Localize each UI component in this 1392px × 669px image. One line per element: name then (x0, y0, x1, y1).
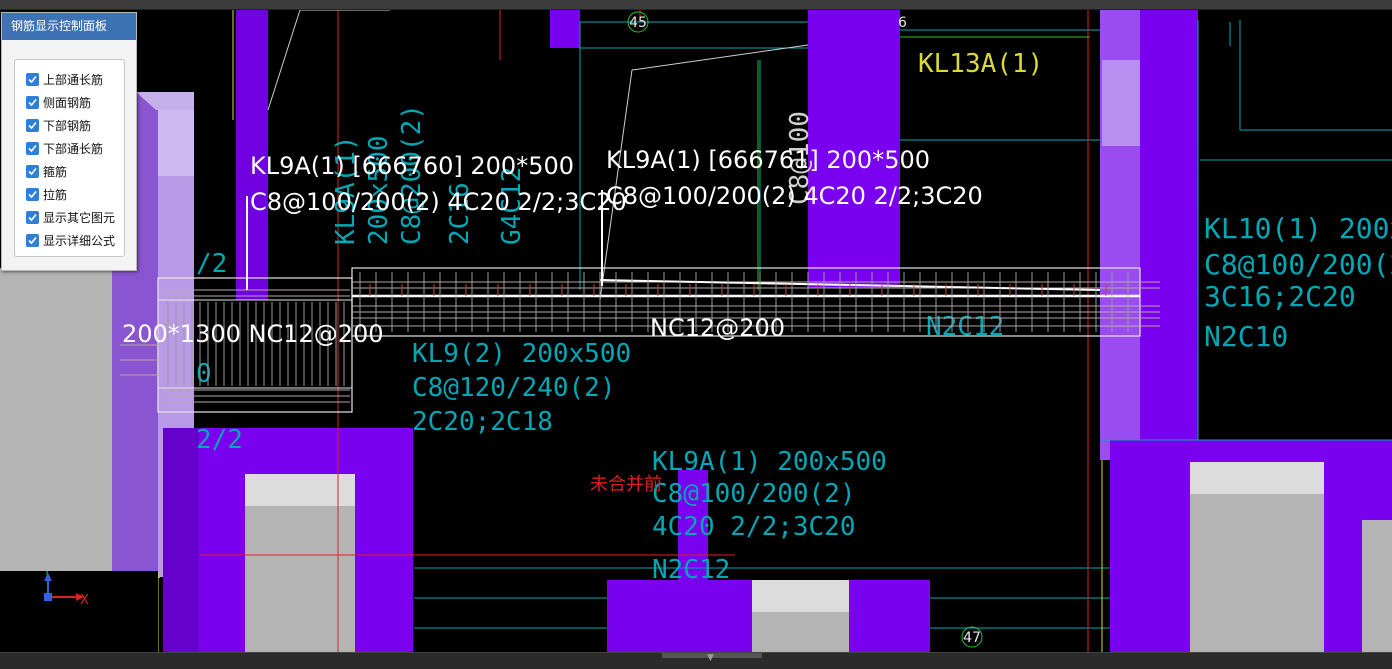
beam1-line2: C8@100/200(2) 4C20 2/2;3C20 (250, 188, 627, 216)
option-label: 下部钢筋 (43, 118, 92, 133)
drawing-canvas[interactable]: 45 6 47 KL13A(1) 200x500 C8@200(2) 2C16 … (0, 0, 1392, 668)
option-bottom-continuous-rebar[interactable]: 下部通长筋 (26, 139, 103, 157)
beam1-line1: KL9A(1) [666760] 200*500 (250, 152, 574, 180)
axis-marker-47: 47 (961, 626, 983, 648)
bottom-right-grey-2 (1362, 520, 1392, 652)
purple-stub-top (550, 10, 580, 48)
n2c12-right: N2C12 (926, 312, 1004, 342)
kl9a-line-3: 4C20 2/2;3C20 (652, 512, 856, 542)
kl9a-line-2: C8@100/200(2) (652, 479, 856, 509)
checkbox-icon[interactable] (26, 187, 39, 201)
option-label: 显示其它图元 (43, 210, 116, 225)
left-lavender-upper (158, 110, 194, 176)
checkbox-icon[interactable] (26, 164, 39, 178)
checkbox-icon[interactable] (26, 210, 39, 224)
option-bottom-rebar[interactable]: 下部钢筋 (26, 116, 91, 134)
kl13a-label: KL13A(1) (918, 49, 1043, 79)
axis-marker-6: 6 (898, 15, 907, 31)
option-label: 拉筋 (43, 187, 68, 202)
nc-left-label: 200*1300 NC12@200 (122, 320, 384, 348)
panel-title[interactable]: 钢筋显示控制面板 (2, 13, 136, 40)
left-fragment-2: 2/2 (196, 425, 243, 455)
checkbox-icon[interactable] (26, 141, 39, 155)
kl9-line-3: 2C20;2C18 (412, 407, 553, 437)
option-label: 上部通长筋 (43, 72, 104, 87)
option-stirrup[interactable]: 箍筋 (26, 162, 67, 180)
checkbox-icon[interactable] (26, 72, 39, 86)
svg-text:45: 45 (629, 15, 647, 31)
right-block-1: KL10(1) 200x4 (1204, 212, 1392, 245)
bottom-center-light (752, 580, 849, 612)
option-show-detailed-formula[interactable]: 显示详细公式 (26, 231, 115, 249)
checkbox-icon[interactable] (26, 118, 39, 132)
left-fragment-3: 0 (196, 359, 212, 389)
option-tie-bar[interactable]: 拉筋 (26, 185, 67, 203)
kl9a-line-4: N2C12 (652, 555, 730, 585)
kl9-line-1: KL9(2) 200x500 (412, 339, 631, 369)
panel-options-box: 上部通长筋 侧面钢筋 下部钢筋 下部通长筋 箍筋 拉筋 显示其它图元 显示详细公… (14, 59, 125, 257)
right-block-3: 3C16;2C20 (1204, 280, 1356, 313)
option-label: 箍筋 (43, 164, 68, 179)
checkbox-icon[interactable] (26, 233, 39, 247)
scroll-down-icon[interactable]: ▼ (707, 654, 714, 663)
cad-viewport[interactable]: 45 6 47 KL13A(1) 200x500 C8@200(2) 2C16 … (0, 0, 1392, 668)
left-fragment-1: /2 (196, 249, 227, 279)
option-label: 侧面钢筋 (43, 95, 92, 110)
checkbox-icon[interactable] (26, 95, 39, 109)
axis-indicator: X Y (0, 567, 158, 652)
beam2-line2: C8@100/200(2) 4C20 2/2;3C20 (606, 182, 983, 210)
kl9a-line-1: KL9A(1) 200x500 (652, 447, 887, 477)
bottom-scrollbar[interactable]: ▼ (0, 652, 1392, 669)
option-top-continuous-rebar[interactable]: 上部通长筋 (26, 70, 103, 88)
option-label: 显示详细公式 (43, 233, 116, 248)
right-block-4: N2C10 (1204, 320, 1288, 353)
rebar-display-control-panel: 钢筋显示控制面板 上部通长筋 侧面钢筋 下部钢筋 下部通长筋 箍筋 拉筋 显示其… (1, 12, 137, 271)
right-purple-highlight (1102, 60, 1140, 146)
axis-y-label: Y (43, 571, 51, 578)
right-block-2: C8@100/200(2 (1204, 248, 1392, 281)
bottom-right-light (1190, 462, 1324, 494)
svg-text:6: 6 (898, 15, 907, 31)
kl9-line-2: C8@120/240(2) (412, 373, 616, 403)
axis-marker-45: 45 (627, 11, 649, 33)
option-label: 下部通长筋 (43, 141, 104, 156)
beam2-line1: KL9A(1) [666761] 200*500 (606, 146, 930, 174)
top-toolbar-edge (0, 0, 1392, 10)
axis-x-label: X (80, 593, 89, 608)
option-side-rebar[interactable]: 侧面钢筋 (26, 93, 91, 111)
nc-right-label: NC12@200 (650, 314, 785, 342)
unmerged-label: 未合并前 (590, 474, 662, 495)
bottom-left-column-dark (163, 428, 199, 652)
svg-text:47: 47 (963, 630, 981, 646)
option-show-other-elements[interactable]: 显示其它图元 (26, 208, 115, 226)
